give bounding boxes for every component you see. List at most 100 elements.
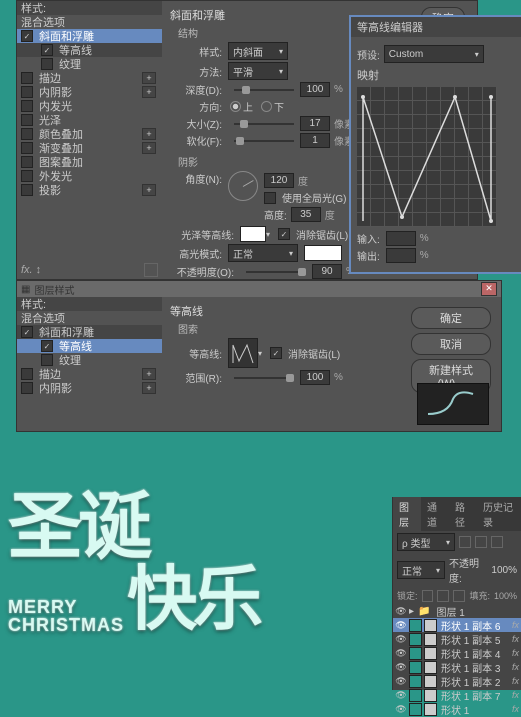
- fx-badge[interactable]: fx: [512, 620, 519, 630]
- fx-innershadow-2[interactable]: 内阴影+: [17, 381, 162, 395]
- gloss-contour-picker[interactable]: [240, 226, 266, 242]
- tab-paths[interactable]: 路径: [449, 497, 477, 531]
- fx-coloroverlay[interactable]: 颜色叠加+: [17, 127, 162, 141]
- fx-innerglow[interactable]: 内发光: [17, 99, 162, 113]
- fx-stroke[interactable]: 描边+: [17, 71, 162, 85]
- dir-up-radio[interactable]: [230, 101, 241, 112]
- method-dd[interactable]: 平滑▾: [228, 62, 288, 80]
- cancel-button[interactable]: 取消: [411, 333, 491, 355]
- layer-row[interactable]: 👁形状 1 副本 2fx: [393, 674, 521, 688]
- filter-icon[interactable]: [475, 536, 487, 548]
- soft-slider[interactable]: [234, 140, 294, 142]
- depth-slider[interactable]: [234, 89, 294, 91]
- lock-pos-icon[interactable]: [453, 590, 465, 602]
- curve-output-field[interactable]: [386, 248, 416, 263]
- trash-icon[interactable]: [144, 263, 158, 277]
- chevron-down-icon[interactable]: ▸: [409, 606, 414, 617]
- fx-icon[interactable]: fx. ↕: [21, 264, 41, 276]
- fx-innershadow-cb[interactable]: [21, 86, 33, 98]
- fx-satin-cb[interactable]: [21, 114, 33, 126]
- lock-trans-icon[interactable]: [422, 590, 434, 602]
- fx-badge[interactable]: fx: [512, 690, 519, 700]
- fx-badge[interactable]: fx: [512, 704, 519, 714]
- fill-val[interactable]: 100%: [494, 591, 517, 601]
- layer-row[interactable]: 👁形状 1 副本 4fx: [393, 646, 521, 660]
- range-input[interactable]: 100: [300, 370, 330, 385]
- tab-history[interactable]: 历史记录: [477, 497, 521, 531]
- blend-mode-dd[interactable]: 正常▾: [397, 561, 445, 579]
- fx-gradoverlay[interactable]: 渐变叠加+: [17, 141, 162, 155]
- fx-bevel-cb-2[interactable]: [21, 326, 33, 338]
- add-icon[interactable]: +: [142, 142, 156, 154]
- fx-texture[interactable]: 纹理: [17, 57, 162, 71]
- fx-gradoverlay-cb[interactable]: [21, 142, 33, 154]
- fx-stroke-cb-2[interactable]: [21, 368, 33, 380]
- layer-filter-dd[interactable]: ρ 类型▾: [397, 533, 455, 551]
- fx-innershadow-cb-2[interactable]: [21, 382, 33, 394]
- ok-button-2[interactable]: 确定: [411, 307, 491, 329]
- chevron-down-icon[interactable]: ▾: [266, 230, 270, 239]
- size-input[interactable]: 17: [300, 116, 330, 131]
- hl-mode-dd[interactable]: 正常▾: [228, 244, 298, 262]
- fx-contour-2[interactable]: 等高线: [17, 339, 162, 353]
- add-icon[interactable]: +: [142, 86, 156, 98]
- fx-bevel-cb[interactable]: [21, 30, 33, 42]
- range-slider[interactable]: [234, 377, 294, 379]
- altitude-input[interactable]: 35: [291, 207, 321, 222]
- fx-contour[interactable]: 等高线: [17, 43, 162, 57]
- eye-icon[interactable]: 👁: [395, 634, 407, 644]
- blend-options[interactable]: 混合选项: [17, 15, 162, 29]
- preset-dd[interactable]: Custom▾: [384, 45, 484, 63]
- eye-icon[interactable]: 👁: [395, 704, 407, 714]
- eye-icon[interactable]: 👁: [395, 606, 407, 616]
- eye-icon[interactable]: 👁: [395, 690, 407, 700]
- fx-innerglow-cb[interactable]: [21, 100, 33, 112]
- bevel-style-dd[interactable]: 内斜面▾: [228, 42, 288, 60]
- opacity-val[interactable]: 100%: [491, 565, 517, 576]
- fx-badge[interactable]: fx: [512, 634, 519, 644]
- close-icon[interactable]: ✕: [481, 282, 497, 296]
- eye-icon[interactable]: 👁: [395, 676, 407, 686]
- contour-editor-titlebar[interactable]: 等高线编辑器: [351, 17, 521, 37]
- soft-input[interactable]: 1: [300, 133, 330, 148]
- contour-picker[interactable]: [228, 338, 258, 368]
- fx-texture-2[interactable]: 纹理: [17, 353, 162, 367]
- layer-row[interactable]: 👁形状 1fx: [393, 702, 521, 716]
- tab-layers[interactable]: 图层: [393, 497, 421, 531]
- fx-texture-cb[interactable]: [41, 58, 53, 70]
- fx-outerglow[interactable]: 外发光: [17, 169, 162, 183]
- fx-badge[interactable]: fx: [512, 662, 519, 672]
- hl-op-slider[interactable]: [246, 271, 306, 273]
- layer-row[interactable]: 👁形状 1 副本 6fx: [393, 618, 521, 632]
- lock-pixels-icon[interactable]: [437, 590, 449, 602]
- fx-badge[interactable]: fx: [512, 648, 519, 658]
- fx-coloroverlay-cb[interactable]: [21, 128, 33, 140]
- filter-icon[interactable]: [491, 536, 503, 548]
- fx-stroke-2[interactable]: 描边+: [17, 367, 162, 381]
- fx-bevel-2[interactable]: 斜面和浮雕: [17, 325, 162, 339]
- fx-contour-cb-2[interactable]: [41, 340, 53, 352]
- hl-color-swatch[interactable]: [304, 245, 342, 261]
- eye-icon[interactable]: 👁: [395, 620, 407, 630]
- fx-innershadow[interactable]: 内阴影+: [17, 85, 162, 99]
- contour-curve-grid[interactable]: [357, 87, 497, 227]
- fx-contour-cb[interactable]: [41, 44, 53, 56]
- fx-stroke-cb[interactable]: [21, 72, 33, 84]
- fx-badge[interactable]: fx: [512, 676, 519, 686]
- layer-row[interactable]: 👁形状 1 副本 3fx: [393, 660, 521, 674]
- fx-dropshadow[interactable]: 投影+: [17, 183, 162, 197]
- antialias-cb-2[interactable]: [270, 347, 282, 359]
- fx-texture-cb-2[interactable]: [41, 354, 53, 366]
- tab-channels[interactable]: 通道: [421, 497, 449, 531]
- layer-group[interactable]: 👁▸📁图层 1: [393, 604, 521, 618]
- fx-dropshadow-cb[interactable]: [21, 184, 33, 196]
- hl-op-input[interactable]: 90: [312, 264, 342, 279]
- angle-dial[interactable]: [228, 171, 258, 201]
- size-slider[interactable]: [234, 123, 294, 125]
- antialias-cb[interactable]: [278, 228, 290, 240]
- dialog-titlebar[interactable]: ▦图层样式✕: [17, 281, 501, 297]
- layer-row[interactable]: 👁形状 1 副本 7fx: [393, 688, 521, 702]
- fx-bevel[interactable]: 斜面和浮雕: [17, 29, 162, 43]
- eye-icon[interactable]: 👁: [395, 648, 407, 658]
- layer-row[interactable]: 👁形状 1 副本 5fx: [393, 632, 521, 646]
